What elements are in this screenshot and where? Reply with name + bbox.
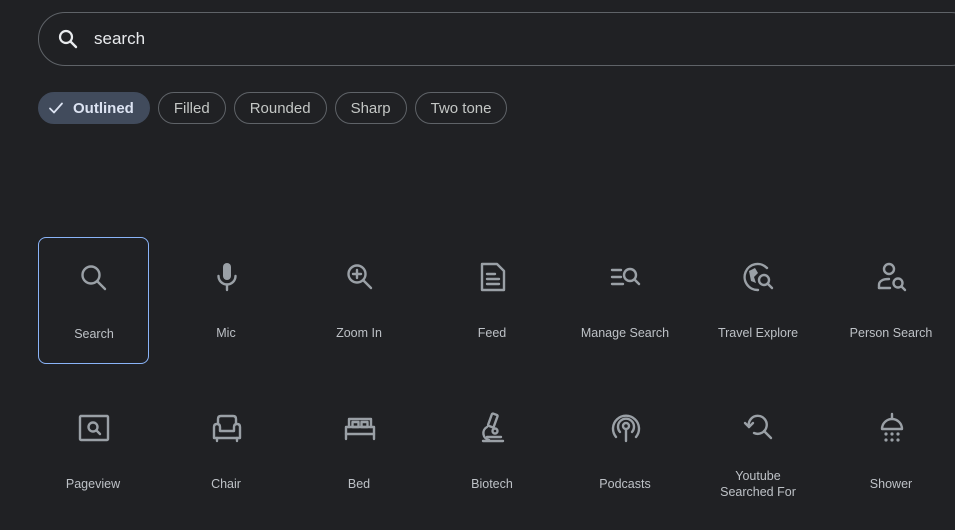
icon-label: Chair bbox=[211, 477, 241, 491]
search-input[interactable] bbox=[94, 29, 794, 49]
search-bar[interactable] bbox=[38, 12, 955, 66]
icon-label: Manage Search bbox=[580, 326, 670, 340]
manage-search-icon bbox=[608, 259, 644, 295]
chip-two-tone[interactable]: Two tone bbox=[414, 92, 508, 124]
search-icon bbox=[76, 260, 112, 296]
zoom-in-icon bbox=[342, 259, 378, 295]
chip-label: Two tone bbox=[430, 99, 492, 117]
chip-outlined[interactable]: Outlined bbox=[38, 92, 150, 124]
icon-label: Shower bbox=[869, 477, 913, 491]
podcasts-icon bbox=[608, 410, 644, 446]
icon-tile-search[interactable]: Search bbox=[38, 237, 149, 364]
chip-rounded[interactable]: Rounded bbox=[233, 92, 327, 124]
icon-label: Youtube Searched For bbox=[720, 469, 796, 499]
icon-tile-podcasts[interactable]: Podcasts bbox=[570, 388, 681, 515]
feed-icon bbox=[475, 259, 511, 295]
icon-tile-person-search[interactable]: Person Search bbox=[836, 237, 947, 364]
icon-label: Biotech bbox=[471, 477, 513, 491]
icon-label: Pageview bbox=[65, 477, 121, 491]
chip-sharp[interactable]: Sharp bbox=[334, 92, 407, 124]
biotech-icon bbox=[475, 410, 511, 446]
youtube-searched-for-icon bbox=[741, 410, 777, 446]
icon-tile-mic[interactable]: Mic bbox=[171, 237, 282, 364]
travel-explore-icon bbox=[741, 259, 777, 295]
chip-filled[interactable]: Filled bbox=[157, 92, 226, 124]
shower-icon bbox=[874, 410, 910, 446]
icon-tile-chair[interactable]: Chair bbox=[171, 388, 282, 515]
icon-tile-zoom-in[interactable]: Zoom In bbox=[304, 237, 415, 364]
icon-label: Feed bbox=[477, 326, 507, 340]
check-icon bbox=[47, 99, 65, 117]
icon-label: Podcasts bbox=[599, 477, 651, 491]
chip-label: Sharp bbox=[350, 99, 391, 117]
pageview-icon bbox=[76, 410, 112, 446]
person-search-icon bbox=[874, 259, 910, 295]
chair-icon bbox=[209, 410, 245, 446]
bed-icon bbox=[342, 410, 378, 446]
icon-label: Person Search bbox=[849, 326, 933, 340]
icon-label: Search bbox=[74, 327, 114, 341]
icon-tile-pageview[interactable]: Pageview bbox=[38, 388, 149, 515]
icon-label: Mic bbox=[216, 326, 236, 340]
icon-grid: Search Mic Zoom In Feed Manage Search Tr… bbox=[27, 237, 955, 515]
icon-tile-manage-search[interactable]: Manage Search bbox=[570, 237, 681, 364]
mic-icon bbox=[209, 259, 245, 295]
icon-tile-feed[interactable]: Feed bbox=[437, 237, 548, 364]
search-icon bbox=[56, 27, 80, 51]
icon-tile-bed[interactable]: Bed bbox=[304, 388, 415, 515]
icon-tile-shower[interactable]: Shower bbox=[836, 388, 947, 515]
icon-tile-youtube-searched-for[interactable]: Youtube Searched For bbox=[703, 388, 814, 515]
icon-label: Travel Explore bbox=[717, 326, 799, 340]
icon-tile-travel-explore[interactable]: Travel Explore bbox=[703, 237, 814, 364]
chip-label: Outlined bbox=[73, 99, 134, 117]
icon-tile-biotech[interactable]: Biotech bbox=[437, 388, 548, 515]
icon-label: Zoom In bbox=[336, 326, 382, 340]
chip-label: Filled bbox=[173, 99, 210, 117]
icon-label: Bed bbox=[347, 477, 371, 491]
style-chips: Outlined Filled Rounded Sharp Two tone bbox=[38, 92, 508, 124]
chip-label: Rounded bbox=[249, 99, 311, 117]
